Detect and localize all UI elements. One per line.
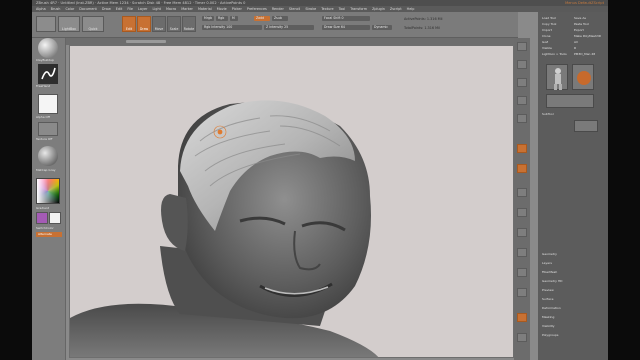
z-intensity-slider[interactable]: Z Intensity 25: [264, 25, 314, 30]
tool-menu-item[interactable]: Clone: [542, 34, 551, 38]
material-label: MatCap Gray: [36, 168, 56, 172]
zadd-toggle[interactable]: Zadd: [254, 16, 270, 21]
tool-subpalette-item[interactable]: Surface: [542, 297, 553, 301]
tool-thumbnail-sphere[interactable]: [572, 64, 594, 90]
secondary-color-swatch[interactable]: [49, 212, 61, 224]
canvas-scrollbar[interactable]: [126, 40, 166, 43]
top-shelf: LightBox Quick Sketch Edit Draw Move Sca…: [32, 12, 518, 55]
tool-menu-item[interactable]: Load Tool: [542, 16, 556, 20]
total-points-readout: TotalPoints: 1.316 Mil: [404, 26, 440, 30]
focal-shift-slider[interactable]: Focal Shift 0: [322, 16, 370, 21]
frame-button[interactable]: [517, 228, 527, 237]
zoom-button[interactable]: [517, 96, 527, 105]
rgb-toggle[interactable]: Rgb: [216, 16, 228, 21]
spix-button[interactable]: [517, 60, 527, 69]
tool-menu-item[interactable]: All: [574, 40, 578, 44]
stroke-icon[interactable]: [38, 64, 58, 84]
gradient-label: Gradient: [36, 206, 50, 210]
dynamic-toggle[interactable]: Dynamic: [372, 25, 392, 30]
color-picker[interactable]: [36, 178, 60, 204]
draw-size-slider[interactable]: Draw Size 64: [322, 25, 370, 30]
ear-shape: [161, 194, 188, 251]
tool-subpalette-item[interactable]: FiberMesh: [542, 270, 557, 274]
material-icon[interactable]: [38, 146, 58, 166]
rgb-intensity-slider[interactable]: Rgb Intensity 100: [202, 25, 262, 30]
navigation-strip: [514, 38, 530, 360]
tool-menu-item[interactable]: Paste Tool: [574, 22, 589, 26]
bpr-button[interactable]: [517, 42, 527, 51]
canvas-header: [66, 38, 518, 45]
tool-subpalette-item[interactable]: Visibility: [542, 324, 555, 328]
tool-subpalette-item[interactable]: Preview: [542, 288, 554, 292]
local-button[interactable]: [517, 188, 527, 197]
brush-cursor: [217, 129, 223, 135]
quick-sketch-button[interactable]: Quick Sketch: [82, 16, 104, 55]
left-shelf: ClayBuildup FreeHand Alpha Off Texture O…: [32, 38, 66, 360]
polyf-button[interactable]: [517, 313, 527, 322]
scale-view-button[interactable]: [517, 268, 527, 277]
move-button[interactable]: Move: [152, 16, 166, 32]
tool-subpalette-item[interactable]: Masking: [542, 315, 554, 319]
texture-label: Texture Off: [36, 137, 53, 141]
active-points-readout: ActivePoints: 1.316 Mil: [404, 17, 443, 21]
tool-menu-item[interactable]: Visible: [542, 46, 552, 50]
rotate-view-button[interactable]: [517, 288, 527, 297]
subtool-preview[interactable]: [574, 120, 598, 132]
switch-color-label[interactable]: SwitchColor: [36, 226, 54, 230]
xyz-button[interactable]: [517, 208, 527, 217]
m-toggle[interactable]: M: [230, 16, 238, 21]
window-title: ZBrush 4R7 · Untitled (Inst.ZBR) · Activ…: [36, 1, 246, 5]
tool-menu-item[interactable]: Save As: [574, 16, 586, 20]
stroke-label: FreeHand: [36, 84, 51, 88]
tool-menu-item[interactable]: Export: [574, 28, 584, 32]
texture-icon[interactable]: [38, 122, 58, 136]
edit-button[interactable]: Edit: [122, 16, 136, 32]
subtool-thumbnail[interactable]: [546, 94, 594, 108]
tool-subpalette-item[interactable]: Deformation: [542, 306, 561, 310]
rotate-button[interactable]: Rotate: [182, 16, 196, 32]
tool-subpalette-item[interactable]: Geometry HD: [542, 279, 562, 283]
tool-menu-item[interactable]: Copy Tool: [542, 22, 556, 26]
tool-subpalette-item[interactable]: Layers: [542, 261, 552, 265]
move-view-button[interactable]: [517, 248, 527, 257]
mrgb-toggle[interactable]: Mrgb: [202, 16, 214, 21]
tool-menu-item[interactable]: GoZ: [542, 40, 548, 44]
brush-label: ClayBuildup: [36, 58, 54, 62]
transp-button[interactable]: [517, 333, 527, 342]
alpha-icon[interactable]: [38, 94, 58, 114]
tool-menu-item[interactable]: R: [574, 46, 576, 50]
main-color-swatch[interactable]: [36, 212, 48, 224]
tool-menu-item[interactable]: Lightbox > Tools: [542, 52, 567, 56]
alpha-label: Alpha Off: [36, 115, 50, 119]
lightbox-button[interactable]: LightBox: [58, 16, 80, 32]
subtool-header[interactable]: SubTool: [542, 112, 554, 116]
alternate-button[interactable]: Alternate: [36, 232, 62, 237]
tool-subpalette-item[interactable]: Geometry: [542, 252, 557, 256]
tool-menu-item[interactable]: Make PolyMesh3D: [574, 34, 601, 38]
persp-button[interactable]: [517, 144, 527, 153]
zbrush-window: ZBrush 4R7 · Untitled (Inst.ZBR) · Activ…: [32, 0, 608, 360]
tool-subpalette-item[interactable]: Polygroups: [542, 333, 558, 337]
projection-master-button[interactable]: [36, 16, 56, 32]
brush-icon[interactable]: [38, 38, 58, 58]
actual-button[interactable]: [517, 114, 527, 123]
sculpt-viewport[interactable]: [70, 46, 514, 358]
tool-thumbnail-man[interactable]: [546, 64, 568, 90]
document-canvas[interactable]: [69, 45, 514, 358]
scale-button[interactable]: Scale: [167, 16, 181, 32]
draw-button[interactable]: Draw: [137, 16, 151, 32]
zsub-toggle[interactable]: Zsub: [272, 16, 288, 21]
tool-palette: Load Tool Save As Copy Tool Paste Tool Impor…: [538, 12, 608, 360]
floor-button[interactable]: [517, 164, 527, 173]
scroll-button[interactable]: [517, 78, 527, 87]
tool-menu-item[interactable]: PM3D_Man 48: [574, 52, 595, 56]
tool-menu-item[interactable]: Import: [542, 28, 552, 32]
